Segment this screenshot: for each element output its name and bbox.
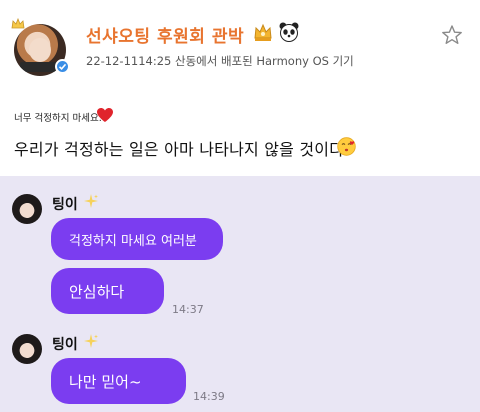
sparkle-icon (84, 334, 98, 348)
message-time: 14:37 (172, 303, 204, 316)
panda-icon (279, 22, 299, 42)
chat-screenshot: 팅이 걱정하지 마세요 여러분 안심하다 14:37 팅이 나만 믿어~ 14:… (0, 176, 480, 412)
weibo-post: 선샤오팅 후원회 관박 22-12-1114:25 산동에서 배포된 Harmo… (0, 0, 480, 172)
chat-avatar[interactable] (12, 194, 42, 224)
star-icon[interactable] (441, 24, 463, 46)
chat-sender-name: 팅이 (52, 337, 78, 353)
username[interactable]: 선샤오팅 후원회 관박 (86, 22, 244, 47)
crown-icon (254, 23, 272, 41)
post-body: 우리가 걱정하는 일은 아마 나타나지 않을 것이다. (14, 140, 350, 159)
sparkle-icon (84, 194, 98, 208)
post-meta: 22-12-1114:25 산동에서 배포된 Harmony OS 기기 (86, 54, 354, 68)
post-note: 너무 걱정하지 마세요. (14, 113, 102, 124)
chat-sender-name: 팅이 (52, 197, 78, 213)
chat-bubble[interactable]: 안심하다 (51, 268, 164, 314)
kiss-face-icon (337, 137, 356, 156)
heart-icon (97, 108, 113, 122)
chat-avatar[interactable] (12, 334, 42, 364)
chat-bubble[interactable]: 걱정하지 마세요 여러분 (51, 218, 223, 260)
avatar-crown-icon (11, 18, 25, 29)
verified-icon (55, 59, 70, 74)
message-time: 14:39 (193, 390, 225, 403)
post-avatar[interactable] (11, 18, 70, 76)
chat-bubble[interactable]: 나만 믿어~ (51, 358, 186, 404)
